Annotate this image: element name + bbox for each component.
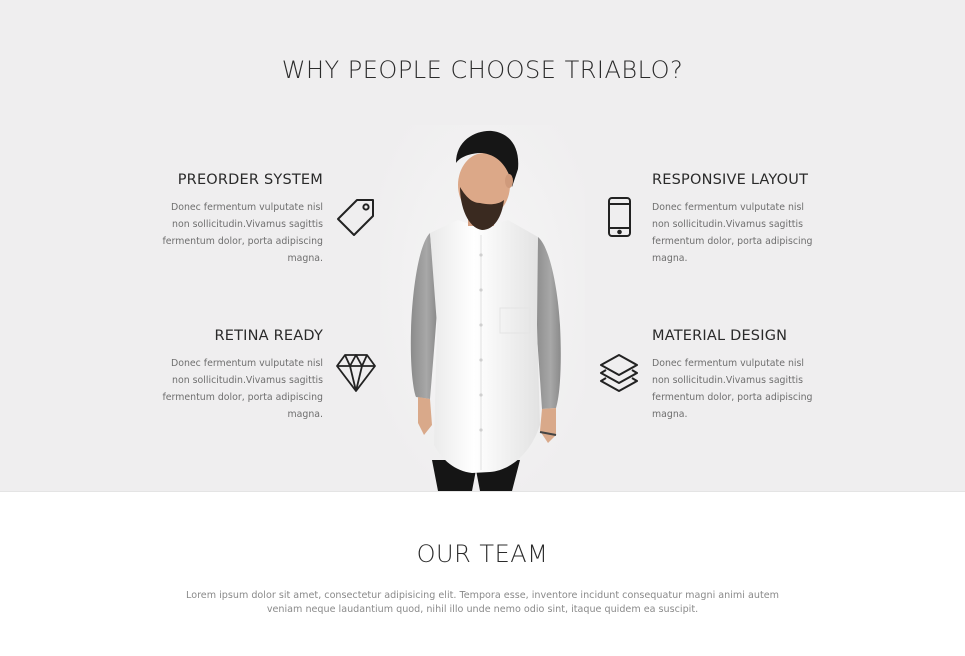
feature-title: MATERIAL DESIGN — [652, 328, 788, 344]
team-section-title: OUR TEAM — [416, 540, 549, 568]
team-section: OUR TEAM Lorem ipsum dolor sit amet, con… — [0, 491, 965, 656]
diamond-icon — [335, 352, 377, 394]
model-photo — [380, 125, 585, 491]
feature-title: PREORDER SYSTEM — [177, 172, 323, 188]
smartphone-icon — [599, 196, 641, 238]
feature-title: RETINA READY — [214, 328, 323, 344]
team-description: Lorem ipsum dolor sit amet, consectetur … — [186, 590, 779, 615]
price-tag-icon — [335, 196, 377, 238]
layers-icon — [598, 352, 640, 394]
feature-retina-ready: RETINA READY Donec fermentum vulputate n… — [153, 328, 323, 423]
feature-preorder-system: PREORDER SYSTEM Donec fermentum vulputat… — [153, 172, 323, 267]
feature-text: Donec fermentum vulputate nisl non solli… — [652, 358, 813, 420]
why-section: WHY PEOPLE CHOOSE TRIABLO? PREORDER SYST… — [0, 0, 965, 491]
feature-title: RESPONSIVE LAYOUT — [652, 172, 809, 188]
feature-text: Donec fermentum vulputate nisl non solli… — [162, 358, 323, 420]
feature-responsive-layout: RESPONSIVE LAYOUT Donec fermentum vulput… — [652, 172, 822, 267]
feature-text: Donec fermentum vulputate nisl non solli… — [162, 202, 323, 264]
feature-material-design: MATERIAL DESIGN Donec fermentum vulputat… — [652, 328, 822, 423]
feature-text: Donec fermentum vulputate nisl non solli… — [652, 202, 813, 264]
why-section-title: WHY PEOPLE CHOOSE TRIABLO? — [281, 56, 684, 84]
